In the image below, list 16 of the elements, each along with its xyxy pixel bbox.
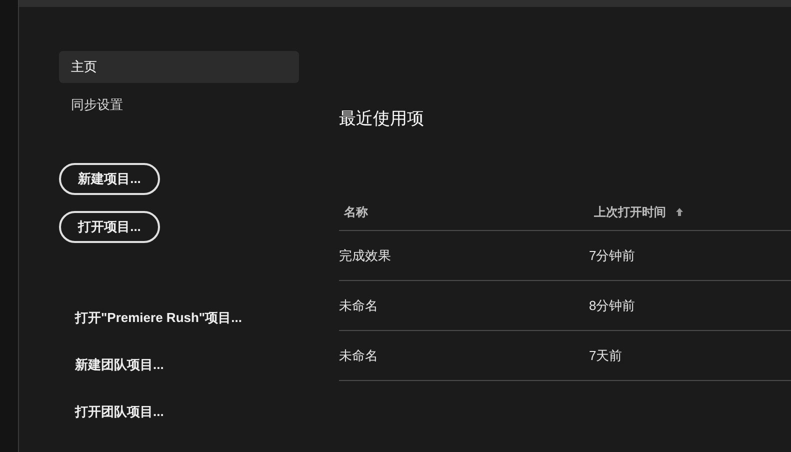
table-cell: 7分钟前	[589, 248, 636, 262]
section-title: 最近使用项	[339, 108, 425, 130]
project-link[interactable]: 新建团队项目...	[75, 356, 164, 374]
column-header[interactable]: 名称	[344, 202, 368, 220]
column-header[interactable]: 上次打开时间	[594, 202, 666, 220]
project-link[interactable]: 打开"Premiere Rush"项目...	[75, 309, 242, 327]
table-cell: 未命名	[339, 298, 378, 312]
sidebar-item[interactable]: 同步设置	[59, 89, 299, 121]
project-button[interactable]: 新建项目...	[59, 163, 160, 195]
project-link[interactable]: 打开团队项目...	[75, 403, 164, 421]
table-cell: 8分钟前	[589, 298, 636, 312]
sidebar-item[interactable]: 主页	[59, 51, 299, 83]
table-cell: 未命名	[339, 348, 378, 362]
table-cell: 7天前	[589, 348, 622, 362]
project-button[interactable]: 打开项目...	[59, 211, 160, 243]
table-cell: 完成效果	[339, 248, 391, 262]
